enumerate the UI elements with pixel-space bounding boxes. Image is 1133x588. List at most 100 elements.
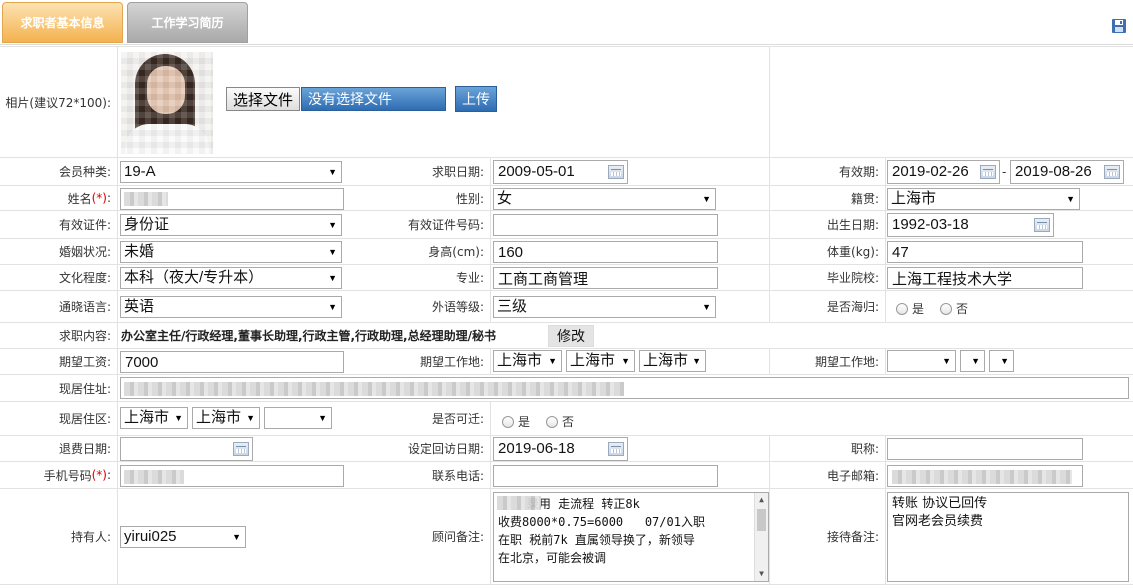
- address-label: 现居住址:: [58, 381, 111, 396]
- expected-province-value: 上海市: [497, 352, 543, 369]
- height-input[interactable]: [493, 241, 718, 263]
- member-type-select[interactable]: 19-A ▼: [120, 161, 342, 183]
- choose-file-button[interactable]: 选择文件: [226, 87, 301, 111]
- valid-period-separator: -: [1002, 165, 1007, 179]
- school-input[interactable]: [887, 267, 1083, 289]
- expected-salary-label: 期望工资:: [58, 355, 111, 369]
- job-title-input[interactable]: [887, 438, 1083, 460]
- reception-note-textarea[interactable]: 转账 协议已回传 官网老会员续费: [887, 492, 1129, 582]
- school-label: 毕业院校:: [826, 271, 879, 285]
- education-value: 本科（夜大/专升本）: [124, 269, 264, 286]
- gender-select[interactable]: 女 ▼: [493, 188, 716, 210]
- calendar-icon[interactable]: [233, 442, 249, 456]
- foreign-level-select[interactable]: 三级 ▼: [493, 296, 716, 318]
- expected-district-value: 上海市: [643, 352, 689, 369]
- gender-label: 性别:: [455, 191, 484, 206]
- marital-select[interactable]: 未婚 ▼: [120, 241, 342, 263]
- upload-button[interactable]: 上传: [455, 86, 497, 112]
- calendar-icon[interactable]: [980, 165, 996, 179]
- id-type-value: 身份证: [124, 216, 170, 233]
- major-input[interactable]: [493, 267, 718, 289]
- valid-start-value: 2019-02-26: [892, 163, 969, 180]
- returnee-no-radio[interactable]: [940, 302, 953, 315]
- relocate-yes-radio[interactable]: [502, 415, 514, 428]
- education-select[interactable]: 本科（夜大/专升本） ▼: [120, 267, 342, 289]
- language-select[interactable]: 英语 ▼: [120, 296, 342, 318]
- district-province-select[interactable]: 上海市 ▼: [120, 407, 188, 429]
- holder-value: yirui025: [124, 528, 177, 545]
- education-label: 文化程度:: [58, 271, 111, 285]
- chevron-down-icon: ▼: [328, 302, 337, 312]
- calendar-icon[interactable]: [1034, 218, 1050, 232]
- chevron-down-icon: ▼: [174, 413, 183, 423]
- advisor-note-scrollbar[interactable]: ▲ ▼: [754, 493, 768, 581]
- height-label: 身高(cm):: [428, 245, 484, 259]
- relocate-no-radio[interactable]: [546, 415, 559, 428]
- row-refund: 退费日期: 设定回访日期: 2019-06-18 职称:: [0, 436, 1133, 462]
- revisit-date-label: 设定回访日期:: [407, 442, 484, 456]
- tab-resume[interactable]: 工作学习简历: [127, 2, 248, 43]
- returnee-yes-radio[interactable]: [896, 302, 908, 315]
- chevron-down-icon: ▼: [328, 273, 337, 283]
- calendar-icon[interactable]: [608, 165, 624, 179]
- tab-basic-info[interactable]: 求职者基本信息: [2, 2, 123, 43]
- id-number-input[interactable]: [493, 214, 718, 236]
- row-district: 现居住区: 上海市 ▼ 上海市 ▼ ▼ 是否可迁: 是 否: [0, 402, 1133, 436]
- foreign-level-label: 外语等级:: [431, 300, 484, 314]
- phone-label: 联系电话:: [431, 468, 484, 483]
- native-place-select[interactable]: 上海市 ▼: [887, 188, 1080, 210]
- birth-date-label: 出生日期:: [826, 218, 879, 232]
- expected-province-select[interactable]: 上海市 ▼: [493, 350, 562, 372]
- phone-input[interactable]: [493, 465, 718, 487]
- modify-button[interactable]: 修改: [548, 325, 594, 347]
- language-label: 通晓语言:: [58, 300, 111, 314]
- relocate-radio-group: 是 否: [502, 413, 574, 430]
- expected2-province-select[interactable]: ▼: [887, 350, 956, 372]
- district-area-select[interactable]: ▼: [264, 407, 332, 429]
- marital-label: 婚姻状况:: [58, 245, 111, 259]
- expected-district-select[interactable]: 上海市 ▼: [639, 350, 706, 372]
- apply-date-value: 2009-05-01: [498, 163, 575, 180]
- member-type-value: 19-A: [124, 163, 156, 180]
- tab-bar: 求职者基本信息 工作学习简历: [0, 0, 1133, 45]
- apply-date-field[interactable]: 2009-05-01: [493, 160, 628, 184]
- redacted-name: [124, 192, 168, 206]
- expected-salary-input[interactable]: [120, 351, 344, 373]
- language-value: 英语: [124, 298, 155, 315]
- redacted-mobile: [124, 470, 184, 484]
- chevron-down-icon: ▼: [328, 220, 337, 230]
- row-job-content: 求职内容: 办公室主任/行政经理,董事长助理,行政主管,行政助理,总经理助理/秘…: [0, 323, 1133, 349]
- holder-select[interactable]: yirui025 ▼: [120, 526, 246, 548]
- expected2-district-select[interactable]: ▼: [989, 350, 1014, 372]
- chevron-down-icon: ▼: [692, 356, 701, 366]
- id-type-select[interactable]: 身份证 ▼: [120, 214, 342, 236]
- district-province-value: 上海市: [124, 409, 170, 426]
- expected-place2-label: 期望工作地:: [814, 355, 879, 369]
- expected-city-select[interactable]: 上海市 ▼: [566, 350, 635, 372]
- major-label: 专业:: [455, 271, 484, 285]
- valid-end-field[interactable]: 2019-08-26: [1010, 160, 1124, 184]
- relocate-yes-label: 是: [518, 415, 531, 429]
- member-photo: [121, 52, 213, 154]
- chevron-down-icon: ▼: [702, 302, 711, 312]
- birth-date-field[interactable]: 1992-03-18: [887, 213, 1054, 237]
- expected2-city-select[interactable]: ▼: [960, 350, 985, 372]
- holder-label: 持有人:: [70, 530, 111, 544]
- id-type-label: 有效证件:: [58, 218, 111, 232]
- weight-input[interactable]: [887, 241, 1083, 263]
- calendar-icon[interactable]: [1104, 165, 1120, 179]
- chevron-down-icon: ▼: [1066, 194, 1075, 204]
- row-member-type: 会员种类: 19-A ▼ 求职日期: 2009-05-01 有效期: 2019-0…: [0, 158, 1133, 186]
- revisit-date-field[interactable]: 2019-06-18: [493, 437, 628, 461]
- chevron-down-icon: ▼: [246, 413, 255, 423]
- native-place-label: 籍贯:: [850, 191, 879, 206]
- reception-note-label: 接待备注:: [826, 530, 879, 544]
- row-notes: 持有人: yirui025▼ 顾问备注: 录用 走流程 转正8k 收费8000*…: [0, 489, 1133, 585]
- calendar-icon[interactable]: [608, 442, 624, 456]
- district-city-select[interactable]: 上海市 ▼: [192, 407, 260, 429]
- refund-date-field[interactable]: [120, 437, 253, 461]
- valid-start-field[interactable]: 2019-02-26: [887, 160, 1000, 184]
- save-icon[interactable]: [1111, 18, 1127, 34]
- native-place-value: 上海市: [891, 190, 937, 207]
- file-state: 没有选择文件: [301, 87, 446, 111]
